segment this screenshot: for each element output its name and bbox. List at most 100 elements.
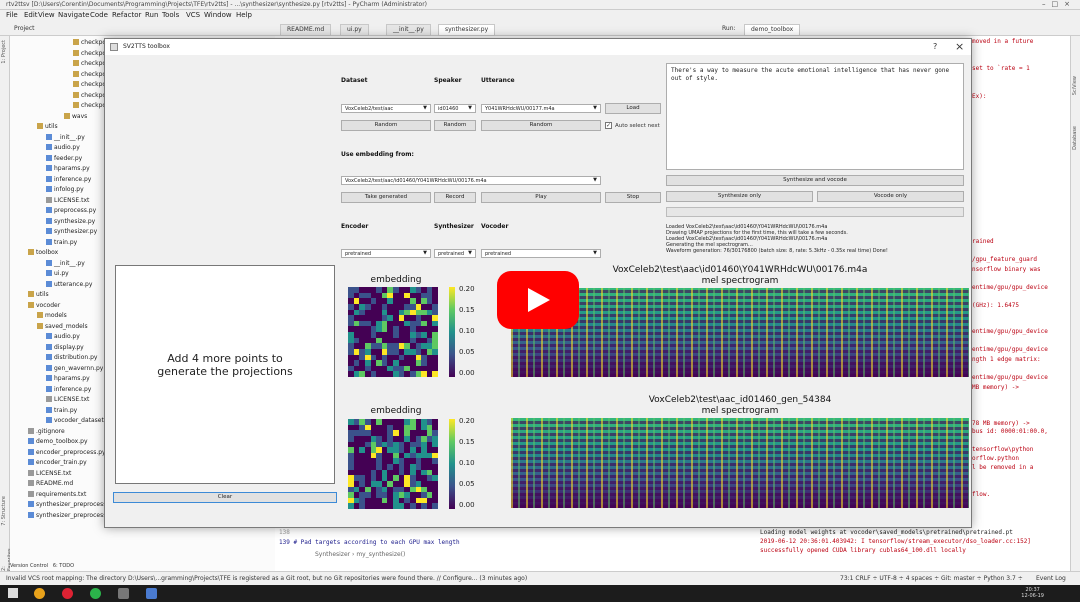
chrome-icon[interactable] xyxy=(34,588,45,599)
tree-item[interactable]: inference.py xyxy=(46,175,91,186)
tree-item[interactable]: audio.py xyxy=(46,143,80,154)
tree-item[interactable]: audio.py xyxy=(46,332,80,343)
breadcrumb-item[interactable]: Synthesizer xyxy=(315,551,350,558)
tree-item[interactable]: README.md xyxy=(28,479,73,490)
menu-view[interactable]: View xyxy=(38,11,55,19)
random-utterance-button[interactable]: Random xyxy=(481,120,601,131)
editor-tab[interactable]: README.md xyxy=(280,24,332,36)
tree-item[interactable]: ui.py xyxy=(46,269,69,280)
play-button[interactable]: Play xyxy=(481,192,601,203)
random-speaker-button[interactable]: Random xyxy=(434,120,476,131)
folder-icon xyxy=(37,322,43,329)
tree-item[interactable]: infolog.py xyxy=(46,185,84,196)
database-tab[interactable]: Database xyxy=(1072,126,1078,150)
project-dropdown[interactable]: Project xyxy=(14,25,35,32)
speaker-select[interactable]: id01460 ▼ xyxy=(434,104,476,113)
console-line: ngth 1 edge matrix: xyxy=(972,356,1041,363)
editor-tab[interactable]: ui.py xyxy=(340,24,369,36)
tree-item[interactable]: encoder_train.py xyxy=(28,458,87,469)
menu-window[interactable]: Window xyxy=(204,11,232,19)
synthesize-only-button[interactable]: Synthesize only xyxy=(666,191,813,202)
youtube-play-icon[interactable] xyxy=(497,271,579,329)
utterance-select[interactable]: Y041WRHdcWU/00177.m4a ▼ xyxy=(481,104,601,113)
tree-item[interactable]: __init__.py xyxy=(46,133,85,144)
status-right[interactable]: 73:1 CRLF ÷ UTF-8 ÷ 4 spaces ÷ Git: mast… xyxy=(840,575,1023,582)
encoder-select[interactable]: pretrained ▼ xyxy=(341,249,431,258)
menu-code[interactable]: Code xyxy=(90,11,108,19)
random-dataset-button[interactable]: Random xyxy=(341,120,431,131)
tree-item[interactable]: .gitignore xyxy=(28,427,65,438)
synthesizer-select[interactable]: pretrained ▼ xyxy=(434,249,476,258)
menu-run[interactable]: Run xyxy=(145,11,158,19)
spotify-icon[interactable] xyxy=(90,588,101,599)
menu-file[interactable]: File xyxy=(6,11,18,19)
close-button[interactable]: × xyxy=(955,40,964,53)
tree-item[interactable]: LICENSE.txt xyxy=(28,469,71,480)
tree-item[interactable]: synthesizer.py xyxy=(46,227,97,238)
load-button[interactable]: Load xyxy=(605,103,661,114)
tree-item[interactable]: feeder.py xyxy=(46,154,82,165)
dataset-select[interactable]: VoxCeleb2/test/aac ▼ xyxy=(341,104,431,113)
clear-button[interactable]: Clear xyxy=(113,492,337,503)
tree-item[interactable]: utils xyxy=(37,122,58,133)
tree-item[interactable]: saved_models xyxy=(37,322,88,333)
tree-item[interactable]: toolbox xyxy=(28,248,58,259)
tree-item[interactable]: gen_wavernn.py xyxy=(46,364,103,375)
tree-item[interactable]: utterance.py xyxy=(46,280,92,291)
tree-item[interactable]: hparams.py xyxy=(46,164,90,175)
tree-item[interactable]: inference.py xyxy=(46,385,91,396)
tree-item[interactable]: distribution.py xyxy=(46,353,97,364)
editor-tab[interactable]: synthesizer.py xyxy=(438,24,496,36)
menu-edit[interactable]: Edit xyxy=(24,11,38,19)
windows-start-icon[interactable] xyxy=(8,588,18,598)
sciview-tab[interactable]: SciView xyxy=(1072,76,1078,95)
tree-item[interactable]: train.py xyxy=(46,406,77,417)
synthesize-vocode-button[interactable]: Synthesize and vocode xyxy=(666,175,964,186)
colorbar-tick: 0.00 xyxy=(459,501,475,509)
auto-select-checkbox[interactable]: ✓ xyxy=(605,122,612,129)
tree-item[interactable]: train.py xyxy=(46,238,77,249)
tree-item[interactable]: synthesize.py xyxy=(46,217,95,228)
breadcrumb-item[interactable]: my_synthesize() xyxy=(356,551,405,558)
run-tab[interactable]: demo_toolbox xyxy=(744,24,801,36)
menu-tools[interactable]: Tools xyxy=(162,11,179,19)
app-icon[interactable] xyxy=(62,588,73,599)
tool-tab-todo[interactable]: 6: TODO xyxy=(53,563,74,569)
tree-item[interactable]: wavs xyxy=(64,112,87,123)
tree-item[interactable]: requirements.txt xyxy=(28,490,86,501)
tree-item[interactable]: preprocess.py xyxy=(46,206,96,217)
window-controls[interactable]: –□× xyxy=(1042,0,1076,8)
vocode-only-button[interactable]: Vocode only xyxy=(817,191,964,202)
tree-item[interactable]: vocoder xyxy=(28,301,60,312)
tree-item[interactable]: display.py xyxy=(46,343,84,354)
pycharm-icon[interactable] xyxy=(118,588,129,599)
tree-item[interactable]: hparams.py xyxy=(46,374,90,385)
text-input[interactable]: There's a way to measure the acute emoti… xyxy=(666,63,964,170)
vocoder-select[interactable]: pretrained ▼ xyxy=(481,249,601,258)
record-button[interactable]: Record xyxy=(434,192,476,203)
menu-vcs[interactable]: VCS xyxy=(186,11,200,19)
embedding-select[interactable]: VoxCeleb2/test/aac/id01460/Y041WRHdcWU/0… xyxy=(341,176,601,185)
tree-item[interactable]: LICENSE.txt xyxy=(46,196,89,207)
app-icon xyxy=(110,43,118,51)
tree-item[interactable]: models xyxy=(37,311,67,322)
tree-item[interactable]: utils xyxy=(28,290,49,301)
window-icon[interactable] xyxy=(146,588,157,599)
take-generated-button[interactable]: Take generated xyxy=(341,192,431,203)
menu-refactor[interactable]: Refactor xyxy=(112,11,141,19)
menu-navigate[interactable]: Navigate xyxy=(58,11,89,19)
tree-item[interactable]: __init__.py xyxy=(46,259,85,270)
tree-item[interactable]: demo_toolbox.py xyxy=(28,437,88,448)
tool-tab-vcs[interactable]: Version Control xyxy=(10,563,48,569)
help-button[interactable]: ? xyxy=(933,42,937,51)
menu-help[interactable]: Help xyxy=(236,11,252,19)
side-tab[interactable]: 1: Project xyxy=(1,40,7,64)
tree-item[interactable]: LICENSE.txt xyxy=(46,395,89,406)
side-tab[interactable]: 7: Structure xyxy=(1,496,7,526)
event-log[interactable]: Event Log xyxy=(1036,575,1066,582)
stop-button[interactable]: Stop xyxy=(605,192,661,203)
file-icon xyxy=(28,469,34,476)
tree-item[interactable]: encoder_preprocess.py xyxy=(28,448,106,459)
editor-tab[interactable]: __init__.py xyxy=(386,24,431,36)
status-message[interactable]: Invalid VCS root mapping: The directory … xyxy=(6,575,527,582)
